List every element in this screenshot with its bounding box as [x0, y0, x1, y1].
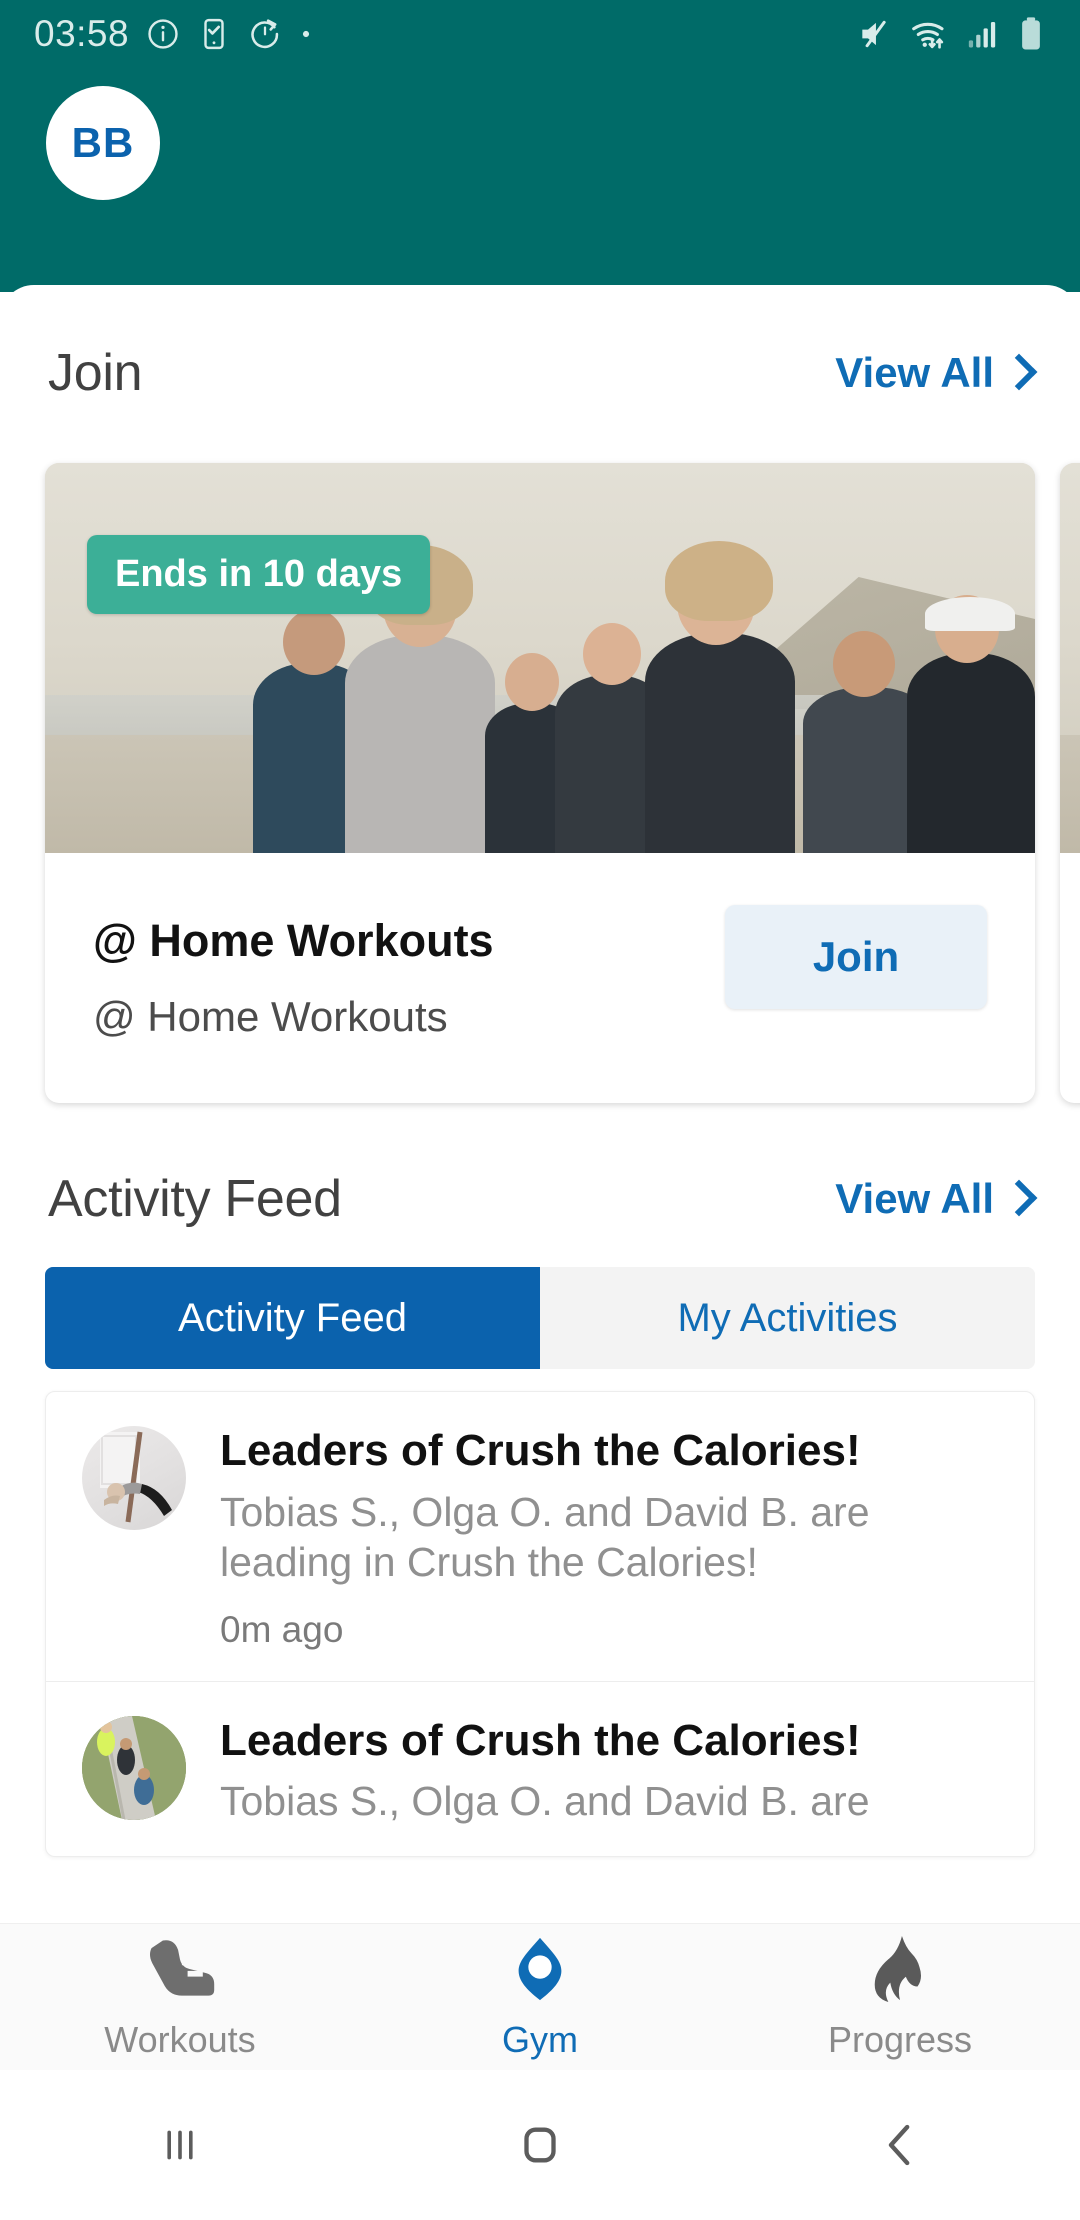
chevron-right-icon — [1000, 1179, 1038, 1216]
avatar — [82, 1715, 186, 1820]
back-icon[interactable] — [720, 2118, 1080, 2172]
join-button[interactable]: Join — [725, 905, 987, 1009]
challenge-card-body: @ Home Workouts @ Home Workouts Join — [45, 853, 1035, 1103]
feed-item-time: 0m ago — [220, 1608, 344, 1650]
nav-item-workouts[interactable]: Workouts — [0, 1934, 360, 2061]
chevron-right-icon — [1000, 353, 1038, 390]
timer-icon — [248, 17, 282, 51]
activity-view-all-label: View All — [835, 1175, 994, 1222]
tab-activity-feed[interactable]: Activity Feed — [45, 1267, 540, 1369]
wifi-icon — [910, 15, 950, 53]
join-carousel[interactable]: Ends in 10 days @ Home Workouts @ Home W… — [0, 455, 1080, 1115]
status-bar: 03:58 — [0, 0, 1080, 68]
list-item[interactable]: Leaders of Crush the Calories! Tobias S.… — [46, 1680, 1034, 1857]
recents-icon[interactable] — [0, 2118, 360, 2172]
challenge-subtitle: @ Home Workouts — [93, 993, 448, 1040]
status-bar-right — [856, 15, 1046, 53]
nav-label-progress: Progress — [827, 2018, 973, 2060]
activity-section-header: Activity Feed View All — [0, 1169, 1080, 1229]
nav-item-gym[interactable]: Gym — [360, 1934, 720, 2061]
challenge-hero-image: Ends in 10 days — [45, 463, 1035, 853]
nav-label-gym: Gym — [502, 2018, 578, 2060]
feed-item-description: Tobias S., Olga O. and David B. are lead… — [220, 1488, 870, 1585]
challenge-card[interactable]: Ends in 10 days @ Home Workouts @ Home W… — [45, 463, 1035, 1103]
info-icon — [146, 17, 180, 51]
avatar-initials: BB — [71, 119, 135, 166]
feed-item-title: Leaders of Crush the Calories! — [220, 1715, 861, 1765]
tab-my-activities[interactable]: My Activities — [540, 1267, 1035, 1369]
status-bar-left: 03:58 — [34, 13, 313, 55]
activity-section-title: Activity Feed — [48, 1170, 342, 1228]
dot-icon — [299, 27, 313, 41]
challenge-hero-image-next — [1060, 463, 1080, 853]
shoe-icon — [142, 1934, 218, 2009]
join-section-header: Join View All — [0, 343, 1080, 403]
nav-item-progress[interactable]: Progress — [720, 1934, 1080, 2061]
phone-check-icon — [197, 17, 231, 51]
content-sheet: Join View All Ends in 10 days @ Home Wor… — [0, 285, 1080, 1923]
location-pin-icon — [504, 1934, 576, 2009]
challenge-title: @ Home Workouts — [93, 915, 494, 966]
flame-icon — [867, 1934, 933, 2009]
battery-icon — [1016, 16, 1046, 52]
android-navigation-bar — [0, 2070, 1080, 2220]
mute-icon — [856, 15, 894, 53]
nav-label-workouts: Workouts — [104, 2018, 256, 2060]
signal-icon — [966, 17, 1000, 51]
join-view-all-link[interactable]: View All — [835, 349, 1038, 397]
challenge-card-next[interactable] — [1060, 463, 1080, 1103]
avatar[interactable]: BB — [46, 86, 160, 200]
home-icon[interactable] — [360, 2118, 720, 2172]
status-clock: 03:58 — [34, 13, 130, 54]
feed-item-description: Tobias S., Olga O. and David B. are — [220, 1778, 870, 1825]
join-view-all-label: View All — [835, 349, 994, 396]
activity-view-all-link[interactable]: View All — [835, 1175, 1038, 1223]
activity-tabs: Activity Feed My Activities — [45, 1267, 1035, 1369]
bottom-navigation: Workouts Gym Progress — [0, 1923, 1080, 2070]
activity-feed-list: Leaders of Crush the Calories! Tobias S.… — [45, 1391, 1035, 1858]
join-section-title: Join — [48, 344, 143, 402]
feed-item-title: Leaders of Crush the Calories! — [220, 1426, 861, 1475]
avatar — [82, 1426, 186, 1530]
list-item[interactable]: Leaders of Crush the Calories! Tobias S.… — [46, 1392, 1034, 1681]
challenge-badge: Ends in 10 days — [87, 535, 431, 614]
